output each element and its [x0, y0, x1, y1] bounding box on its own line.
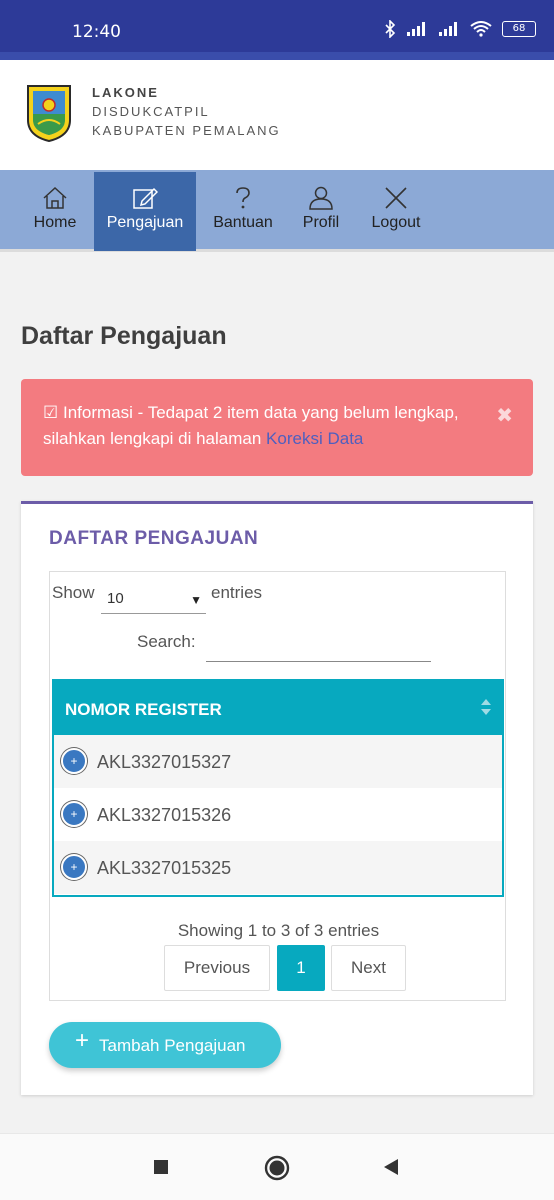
header-strip [0, 52, 554, 60]
previous-page-button[interactable]: Previous [164, 945, 270, 991]
nav-logout-label: Logout [371, 214, 421, 231]
main-nav: Home Pengajuan Bantuan Profil Logout [0, 170, 554, 252]
home-icon [43, 186, 67, 209]
sort-icon [481, 699, 491, 715]
info-alert: ☑ Informasi - Tedapat 2 item data yang b… [21, 379, 533, 476]
nav-home[interactable]: Home [22, 172, 88, 251]
datatable: Show 10 ▼ entries Search: NOMOR REGISTER… [49, 571, 506, 1001]
status-icons: 68 [384, 20, 536, 38]
nav-pengajuan[interactable]: Pengajuan [94, 172, 196, 251]
bluetooth-icon [385, 20, 396, 38]
expand-row-button[interactable]: + [61, 748, 87, 774]
page-1-button[interactable]: 1 [277, 945, 325, 991]
brand-subtitle: DISDUKCATPIL [92, 104, 210, 119]
nav-pengajuan-label: Pengajuan [106, 214, 184, 231]
caret-down-icon: ▼ [190, 593, 202, 607]
pengajuan-card: DAFTAR PENGAJUAN Show 10 ▼ entries Searc… [21, 501, 533, 1095]
question-icon [236, 187, 250, 209]
search-input[interactable] [206, 626, 431, 662]
page-size-value: 10 [107, 590, 124, 607]
page-size-select[interactable]: 10 ▼ [101, 580, 206, 614]
expand-row-button[interactable]: + [61, 801, 87, 827]
nav-profil-label: Profil [302, 214, 340, 231]
recents-button[interactable] [153, 1159, 169, 1175]
alert-close-button[interactable]: ✖ [496, 403, 513, 429]
battery-icon: 68 [502, 21, 536, 37]
alert-text: Informasi - Tedapat 2 item data yang bel… [43, 403, 459, 448]
table-row: + AKL3327015325 [54, 841, 502, 894]
nav-bantuan-label: Bantuan [213, 214, 273, 231]
register-number: AKL3327015326 [97, 805, 232, 825]
tambah-pengajuan-button[interactable]: + Tambah Pengajuan [49, 1022, 281, 1068]
column-header-label: NOMOR REGISTER [65, 700, 222, 719]
back-button[interactable] [382, 1158, 400, 1176]
search-label: Search: [137, 632, 196, 651]
home-button[interactable] [264, 1155, 290, 1181]
nav-home-label: Home [33, 214, 77, 231]
signal-icon-2 [439, 22, 457, 36]
table-row: + AKL3327015326 [54, 788, 502, 841]
kabupaten-logo [27, 85, 71, 142]
nav-logout[interactable]: Logout [360, 172, 432, 251]
next-page-button[interactable]: Next [331, 945, 406, 991]
wifi-icon [470, 21, 492, 37]
user-icon [309, 186, 333, 210]
table-info: Showing 1 to 3 of 3 entries [177, 921, 380, 940]
column-header-nomor-register[interactable]: NOMOR REGISTER [54, 681, 502, 735]
register-number: AKL3327015327 [97, 752, 232, 772]
page-title: Daftar Pengajuan [21, 322, 227, 350]
brand-text: LAKONE DISDUKCATPIL KABUPATEN PEMALANG [92, 86, 281, 137]
edit-icon [133, 187, 158, 209]
register-number: AKL3327015325 [97, 858, 232, 878]
show-label: Show [52, 583, 95, 602]
table-row: + AKL3327015327 [54, 735, 502, 788]
plus-icon: + [75, 1027, 90, 1054]
brand-region: KABUPATEN PEMALANG [92, 123, 281, 138]
register-table: NOMOR REGISTER + AKL3327015327 + AKL3327… [52, 679, 504, 897]
status-bar: 12:40 68 [0, 0, 554, 52]
nav-profil[interactable]: Profil [292, 172, 350, 251]
system-nav-bar [0, 1133, 554, 1200]
brand-title: LAKONE [92, 85, 159, 100]
close-icon [385, 187, 407, 209]
koreksi-data-link[interactable]: Koreksi Data [266, 429, 363, 448]
check-square-icon: ☑ [43, 403, 59, 422]
card-title: DAFTAR PENGAJUAN [49, 528, 259, 549]
signal-icon [407, 22, 425, 36]
entries-label: entries [211, 583, 263, 602]
nav-bantuan[interactable]: Bantuan [204, 172, 282, 251]
tambah-pengajuan-label: Tambah Pengajuan [99, 1036, 246, 1055]
expand-row-button[interactable]: + [61, 854, 87, 880]
app-header: LAKONE DISDUKCATPIL KABUPATEN PEMALANG [0, 60, 554, 170]
status-time: 12:40 [72, 22, 121, 42]
